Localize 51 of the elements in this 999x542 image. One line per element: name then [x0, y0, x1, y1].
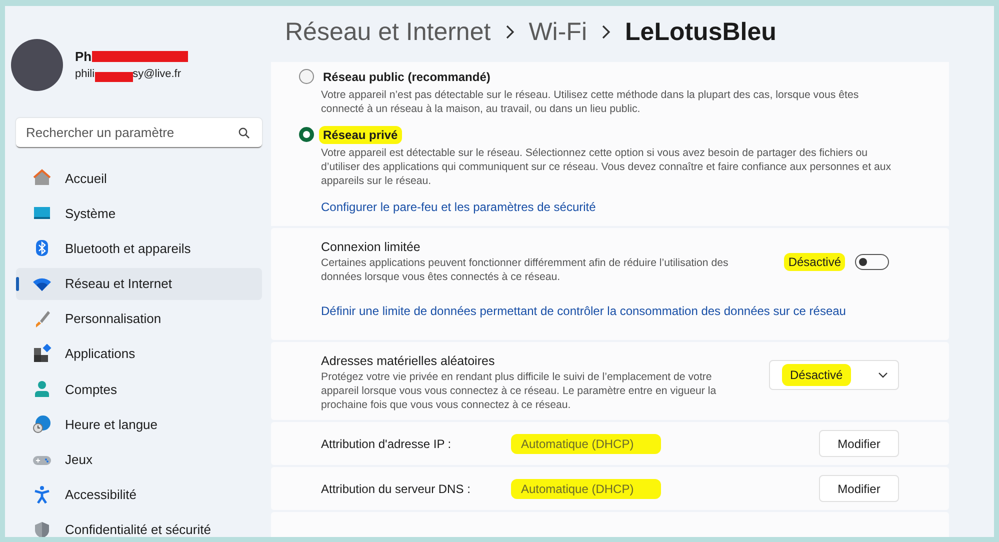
modify-button[interactable]: Modifier — [819, 430, 899, 457]
chevron-right-icon — [504, 24, 515, 40]
radio-button[interactable] — [299, 69, 314, 84]
setting-label: Attribution du serveur DNS : — [321, 482, 472, 496]
search-field[interactable]: Rechercher un paramètre — [16, 118, 262, 148]
modify-button[interactable]: Modifier — [819, 475, 899, 502]
chevron-down-icon — [878, 372, 888, 378]
avatar-photo-placeholder — [11, 39, 63, 91]
radio-button[interactable] — [299, 127, 314, 142]
toggle-switch[interactable] — [855, 254, 889, 270]
shield-icon — [32, 520, 52, 537]
option-description: Votre appareil n’est pas détectable sur le réseau. Utilisez cette méthode dans la plupart des cas, lorsque vous êtes connecté à un réseau à la maison, au travail, ou dans un lieu public. — [321, 88, 860, 116]
setting-title: Connexion limitée — [321, 240, 422, 254]
setting-label: Attribution d'adresse IP : — [321, 436, 452, 450]
sidebar-item[interactable]: Réseau et Internet — [16, 268, 262, 300]
sidebar-item[interactable]: Comptes — [16, 373, 262, 406]
sidebar-item[interactable]: Accessibilité — [16, 478, 262, 511]
sidebar-item[interactable]: Bluetooth et appareils — [16, 232, 262, 264]
apps-icon — [32, 344, 52, 364]
sidebar-item[interactable]: Jeux — [16, 444, 262, 476]
setting-description: Certaines applications peuvent fonctionner différemment afin de réduire l’utilisation des données lorsque vous êtes connectés à ce réseau. — [321, 256, 730, 284]
search-icon — [238, 127, 250, 139]
setting-title: Adresses matérielles aléatoires — [321, 354, 496, 368]
sidebar-item[interactable]: Confidentialité et sécurité — [16, 514, 262, 537]
chevron-right-icon — [601, 24, 612, 40]
breadcrumb-item[interactable]: Réseau et Internet — [285, 18, 491, 46]
home-icon — [32, 168, 52, 188]
dropdown[interactable]: Désactivé — [769, 360, 899, 390]
option-label: Réseau privé — [319, 126, 402, 144]
toggle-state-label: Désactivé — [784, 253, 845, 271]
sidebar-item[interactable]: Applications — [16, 338, 262, 370]
user-name: Ph — [75, 48, 92, 64]
dropdown-value: Désactivé — [782, 364, 851, 386]
sidebar-item[interactable]: Accueil — [16, 162, 262, 194]
person-icon — [32, 379, 52, 400]
data-limit-link[interactable]: Définir une limite de données permettant de contrôler la consommation des données sur ce réseau — [321, 304, 899, 318]
sidebar-item[interactable]: Système — [16, 197, 262, 230]
sidebar-item[interactable]: Heure et langue — [16, 408, 262, 440]
email-start: phili — [75, 68, 95, 80]
firewall-link[interactable]: Configurer le pare-feu et les paramètres de sécurité — [321, 200, 899, 214]
setting-value: Automatique (DHCP) — [511, 434, 661, 454]
breadcrumb-item[interactable]: Wi-Fi — [528, 18, 588, 46]
setting-description: Protégez votre vie privée en rendant plus difficile le suivi de l’emplacement de votre appareil lorsque vous vous connectez à ce réseau. Le paramètre entre en vigueur la prochaine fois que vous vous connectez à ce réseau. — [321, 370, 718, 412]
option-label: Réseau public (recommandé) — [322, 68, 492, 86]
sidebar-item[interactable]: Personnalisation — [16, 302, 262, 335]
option-description: Votre appareil est détectable sur le réseau. Sélectionnez cette option si vous avez besoin de partager des fichiers ou d’utiliser des applications qui communiquent sur ce réseau. Vous devez connaître et faire confiance aux personnes et aux appareils sur le réseau. — [321, 146, 892, 188]
email-end: sy@live.fr — [132, 68, 182, 80]
accessibility-icon — [32, 484, 52, 505]
globe-icon — [32, 414, 52, 434]
breadcrumb-item: LeLotusBleu — [625, 18, 776, 46]
setting-value: Automatique (DHCP) — [511, 478, 661, 498]
